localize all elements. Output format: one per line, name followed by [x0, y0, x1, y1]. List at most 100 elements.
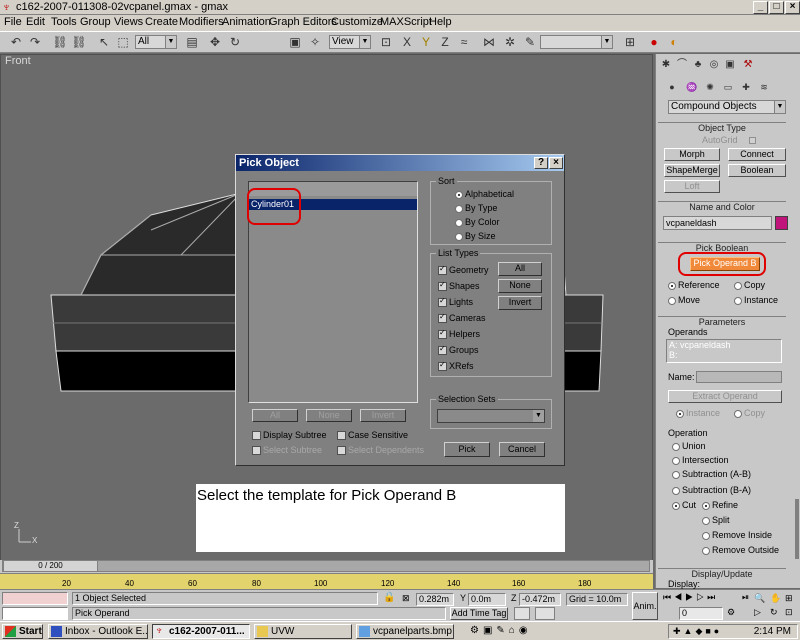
zoom-icon[interactable]: 🔍	[754, 593, 765, 604]
task-paint[interactable]: vcpanelparts.bmp ...	[356, 624, 454, 639]
object-type-rollout-header[interactable]: Object Type	[658, 122, 786, 133]
display-subtree-checkbox[interactable]: Display Subtree	[252, 430, 327, 440]
unlink-icon[interactable]: ⛓	[71, 34, 87, 50]
instance-radio[interactable]: Instance	[734, 295, 778, 305]
maxscript-input-field[interactable]	[2, 607, 68, 620]
time-config-field[interactable]	[535, 607, 555, 620]
spacewarps-icon[interactable]: ≋	[756, 79, 772, 95]
extract-operand-button[interactable]: Extract Operand	[668, 390, 782, 403]
maximize-viewport-icon[interactable]: ⊡	[785, 607, 793, 618]
motion-tab-icon[interactable]: ◎	[706, 57, 722, 73]
menu-views[interactable]: Views	[114, 16, 143, 28]
mirror-icon[interactable]: ⋈	[481, 34, 497, 50]
types-invert-button[interactable]: Invert	[498, 296, 542, 310]
playback-controls[interactable]: ⏮◀▶▷⏭	[663, 592, 718, 603]
start-button[interactable]: Start	[2, 624, 43, 639]
sort-by-type-radio[interactable]: By Type	[455, 203, 497, 213]
groups-checkbox[interactable]: Groups	[438, 344, 479, 355]
pan-icon[interactable]: ✋	[770, 593, 781, 604]
material-editor-icon[interactable]: ●	[646, 34, 662, 50]
display-tab-icon[interactable]: ▣	[722, 57, 738, 73]
axis-constraint-icon[interactable]: ≈	[456, 34, 472, 50]
list-invert-button[interactable]: Invert	[360, 409, 406, 422]
operand-b[interactable]: B:	[667, 350, 781, 360]
time-config-icon[interactable]: ⚙	[727, 607, 735, 618]
menu-edit[interactable]: Edit	[26, 16, 45, 28]
cut-radio[interactable]: Cut	[672, 500, 696, 510]
parameters-rollout-header[interactable]: Parameters	[658, 316, 786, 327]
boolean-button[interactable]: Boolean	[728, 164, 786, 177]
add-time-tag-button[interactable]: Add Time Tag	[450, 607, 508, 620]
undo-icon[interactable]: ↶	[8, 34, 24, 50]
operands-list[interactable]: A: vcpaneldash B:	[666, 339, 782, 363]
current-frame-field[interactable]: 0	[679, 607, 723, 620]
redo-icon[interactable]: ↷	[27, 34, 43, 50]
render-icon[interactable]: ◐	[666, 34, 682, 50]
helpers-checkbox[interactable]: Helpers	[438, 328, 480, 339]
key-mode-icon[interactable]: ⏯	[742, 592, 749, 603]
operand-name-input[interactable]	[696, 371, 782, 383]
list-all-button[interactable]: All	[252, 409, 298, 422]
refine-radio[interactable]: Refine	[702, 500, 738, 510]
remove-outside-radio[interactable]: Remove Outside	[702, 545, 779, 555]
task-uvw[interactable]: UVW	[254, 624, 352, 639]
lights-icon[interactable]: ✺	[702, 79, 718, 95]
menu-tools[interactable]: Tools	[51, 16, 77, 28]
panel-scrollbar[interactable]	[795, 499, 799, 559]
sort-by-color-radio[interactable]: By Color	[455, 217, 500, 227]
y-coordinate-field[interactable]: 0.0m	[468, 593, 506, 606]
case-sensitive-checkbox[interactable]: Case Sensitive	[337, 430, 408, 440]
modify-tab-icon[interactable]: ⌒	[674, 57, 690, 73]
shapes-checkbox[interactable]: Shapes	[438, 280, 480, 291]
helpers-icon[interactable]: ✚	[738, 79, 754, 95]
axis-z-icon[interactable]: Z	[437, 34, 453, 50]
cancel-button[interactable]: Cancel	[499, 442, 545, 457]
close-button[interactable]: ×	[785, 1, 800, 14]
category-dropdown[interactable]: Compound Objects ▼	[668, 100, 786, 114]
connect-button[interactable]: Connect	[728, 148, 786, 161]
animate-button[interactable]: Anim.	[632, 592, 658, 620]
subtraction-b-a-radio[interactable]: Subtraction (B-A)	[672, 485, 751, 495]
autogrid-checkbox[interactable]	[749, 137, 756, 144]
z-coordinate-field[interactable]: -0.472m	[519, 593, 561, 606]
menu-file[interactable]: File	[4, 16, 22, 28]
menu-help[interactable]: Help	[429, 16, 452, 28]
reference-radio[interactable]: Reference	[668, 280, 720, 290]
array-icon[interactable]: ⊞	[622, 34, 638, 50]
subtraction-a-b-radio[interactable]: Subtraction (A-B)	[672, 469, 751, 479]
select-arrow-icon[interactable]: ↖	[96, 34, 112, 50]
quick-launch-icons[interactable]: ⚙▣✎⌂◉	[470, 625, 532, 636]
cameras-icon[interactable]: ▭	[720, 79, 736, 95]
shapemerge-button[interactable]: ShapeMerge	[664, 164, 720, 177]
time-slider[interactable]: 0 / 200	[2, 560, 650, 572]
coord-system-dropdown[interactable]: View ▼	[329, 35, 371, 49]
display-update-rollout-header[interactable]: Display/Update	[658, 568, 786, 579]
pivot-center-icon[interactable]: ⊡	[378, 34, 394, 50]
menu-graph-editors[interactable]: Graph Editors	[269, 16, 337, 28]
axis-y-icon[interactable]: Y	[418, 34, 434, 50]
extract-instance-radio[interactable]: Instance	[676, 408, 720, 418]
frame-slider-thumb[interactable]: 0 / 200	[3, 560, 98, 572]
gmax-app-icon[interactable]: ♆	[2, 1, 14, 13]
maxscript-listener-field[interactable]	[2, 592, 68, 605]
lights-checkbox[interactable]: Lights	[438, 296, 473, 307]
tray-icons[interactable]: ✚▲◆■●	[673, 626, 722, 637]
menu-modifiers[interactable]: Modifiers	[179, 16, 224, 28]
task-outlook[interactable]: Inbox - Outlook E...	[48, 624, 148, 639]
menu-customize[interactable]: Customize	[331, 16, 383, 28]
select-manipulate-icon[interactable]: ✧	[307, 34, 323, 50]
menu-group[interactable]: Group	[80, 16, 111, 28]
select-dependents-checkbox[interactable]: Select Dependents	[337, 445, 424, 455]
minimize-button[interactable]: _	[753, 1, 768, 14]
link-icon[interactable]: ⛓	[52, 34, 68, 50]
select-region-icon[interactable]: ⬚	[115, 34, 131, 50]
types-none-button[interactable]: None	[498, 279, 542, 293]
move-icon[interactable]: ✥	[207, 34, 223, 50]
maximize-button[interactable]: □	[769, 1, 784, 14]
zoom-extents-icon[interactable]: ⊞	[785, 593, 793, 604]
name-color-rollout-header[interactable]: Name and Color	[658, 201, 786, 212]
named-selection-icon[interactable]: ✎	[522, 34, 538, 50]
dialog-close-button[interactable]: ×	[549, 157, 563, 169]
sort-alphabetical-radio[interactable]: Alphabetical	[455, 189, 514, 199]
scale-icon[interactable]: ▣	[287, 34, 303, 50]
